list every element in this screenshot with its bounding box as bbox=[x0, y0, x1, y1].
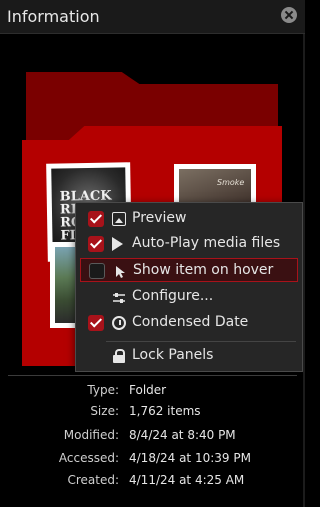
info-value: 4/18/24 at 10:39 PM bbox=[129, 451, 251, 465]
cursor-icon bbox=[113, 264, 127, 278]
menu-item-condensed-date[interactable]: Condensed Date bbox=[80, 311, 298, 335]
menu-item-label: Preview bbox=[132, 210, 187, 226]
info-value: 1,762 items bbox=[129, 404, 201, 418]
image-icon bbox=[112, 212, 126, 226]
info-value: 4/11/24 at 4:25 AM bbox=[129, 473, 245, 487]
panel-header: Information bbox=[0, 0, 305, 34]
condensed-date-checkbox[interactable] bbox=[88, 315, 104, 331]
menu-item-label: Auto-Play media files bbox=[132, 235, 281, 251]
clock-icon bbox=[112, 316, 126, 330]
auto-play-checkbox[interactable] bbox=[88, 236, 104, 252]
info-key: Modified: bbox=[63, 428, 119, 442]
menu-item-lock-panels[interactable]: Lock Panels bbox=[80, 344, 298, 368]
info-value: 8/4/24 at 8:40 PM bbox=[129, 428, 236, 442]
menu-item-preview[interactable]: Preview bbox=[80, 207, 298, 231]
info-divider bbox=[8, 375, 297, 376]
info-key: Accessed: bbox=[58, 451, 119, 465]
info-key: Size: bbox=[90, 404, 119, 418]
menu-item-label: Condensed Date bbox=[132, 314, 249, 330]
context-menu: Preview Auto-Play media files Show item … bbox=[75, 202, 303, 372]
photo-caption: Smoke bbox=[217, 178, 245, 187]
show-on-hover-checkbox[interactable] bbox=[89, 263, 105, 279]
info-row-modified: Modified: 8/4/24 at 8:40 PM bbox=[0, 428, 305, 448]
info-value: Folder bbox=[129, 383, 167, 397]
menu-item-label: Configure... bbox=[132, 288, 214, 304]
preview-checkbox[interactable] bbox=[88, 211, 104, 227]
info-key: Created: bbox=[67, 473, 119, 487]
settings-icon bbox=[112, 290, 126, 304]
menu-separator bbox=[106, 341, 296, 342]
panel-title: Information bbox=[7, 7, 100, 26]
menu-item-label: Show item on hover bbox=[133, 262, 274, 278]
close-icon[interactable] bbox=[281, 7, 297, 23]
info-row-size: Size: 1,762 items bbox=[0, 404, 305, 424]
menu-item-configure[interactable]: Configure... bbox=[80, 285, 298, 309]
panel-edge bbox=[303, 34, 305, 507]
info-row-accessed: Accessed: 4/18/24 at 10:39 PM bbox=[0, 451, 305, 471]
menu-item-auto-play[interactable]: Auto-Play media files bbox=[80, 232, 298, 256]
lock-icon bbox=[112, 349, 126, 363]
menu-item-label: Lock Panels bbox=[132, 347, 214, 363]
menu-item-show-on-hover[interactable]: Show item on hover bbox=[80, 258, 298, 282]
info-key: Type: bbox=[87, 383, 119, 397]
play-icon bbox=[112, 237, 123, 251]
info-row-created: Created: 4/11/24 at 4:25 AM bbox=[0, 473, 305, 493]
info-row-type: Type: Folder bbox=[0, 383, 305, 403]
